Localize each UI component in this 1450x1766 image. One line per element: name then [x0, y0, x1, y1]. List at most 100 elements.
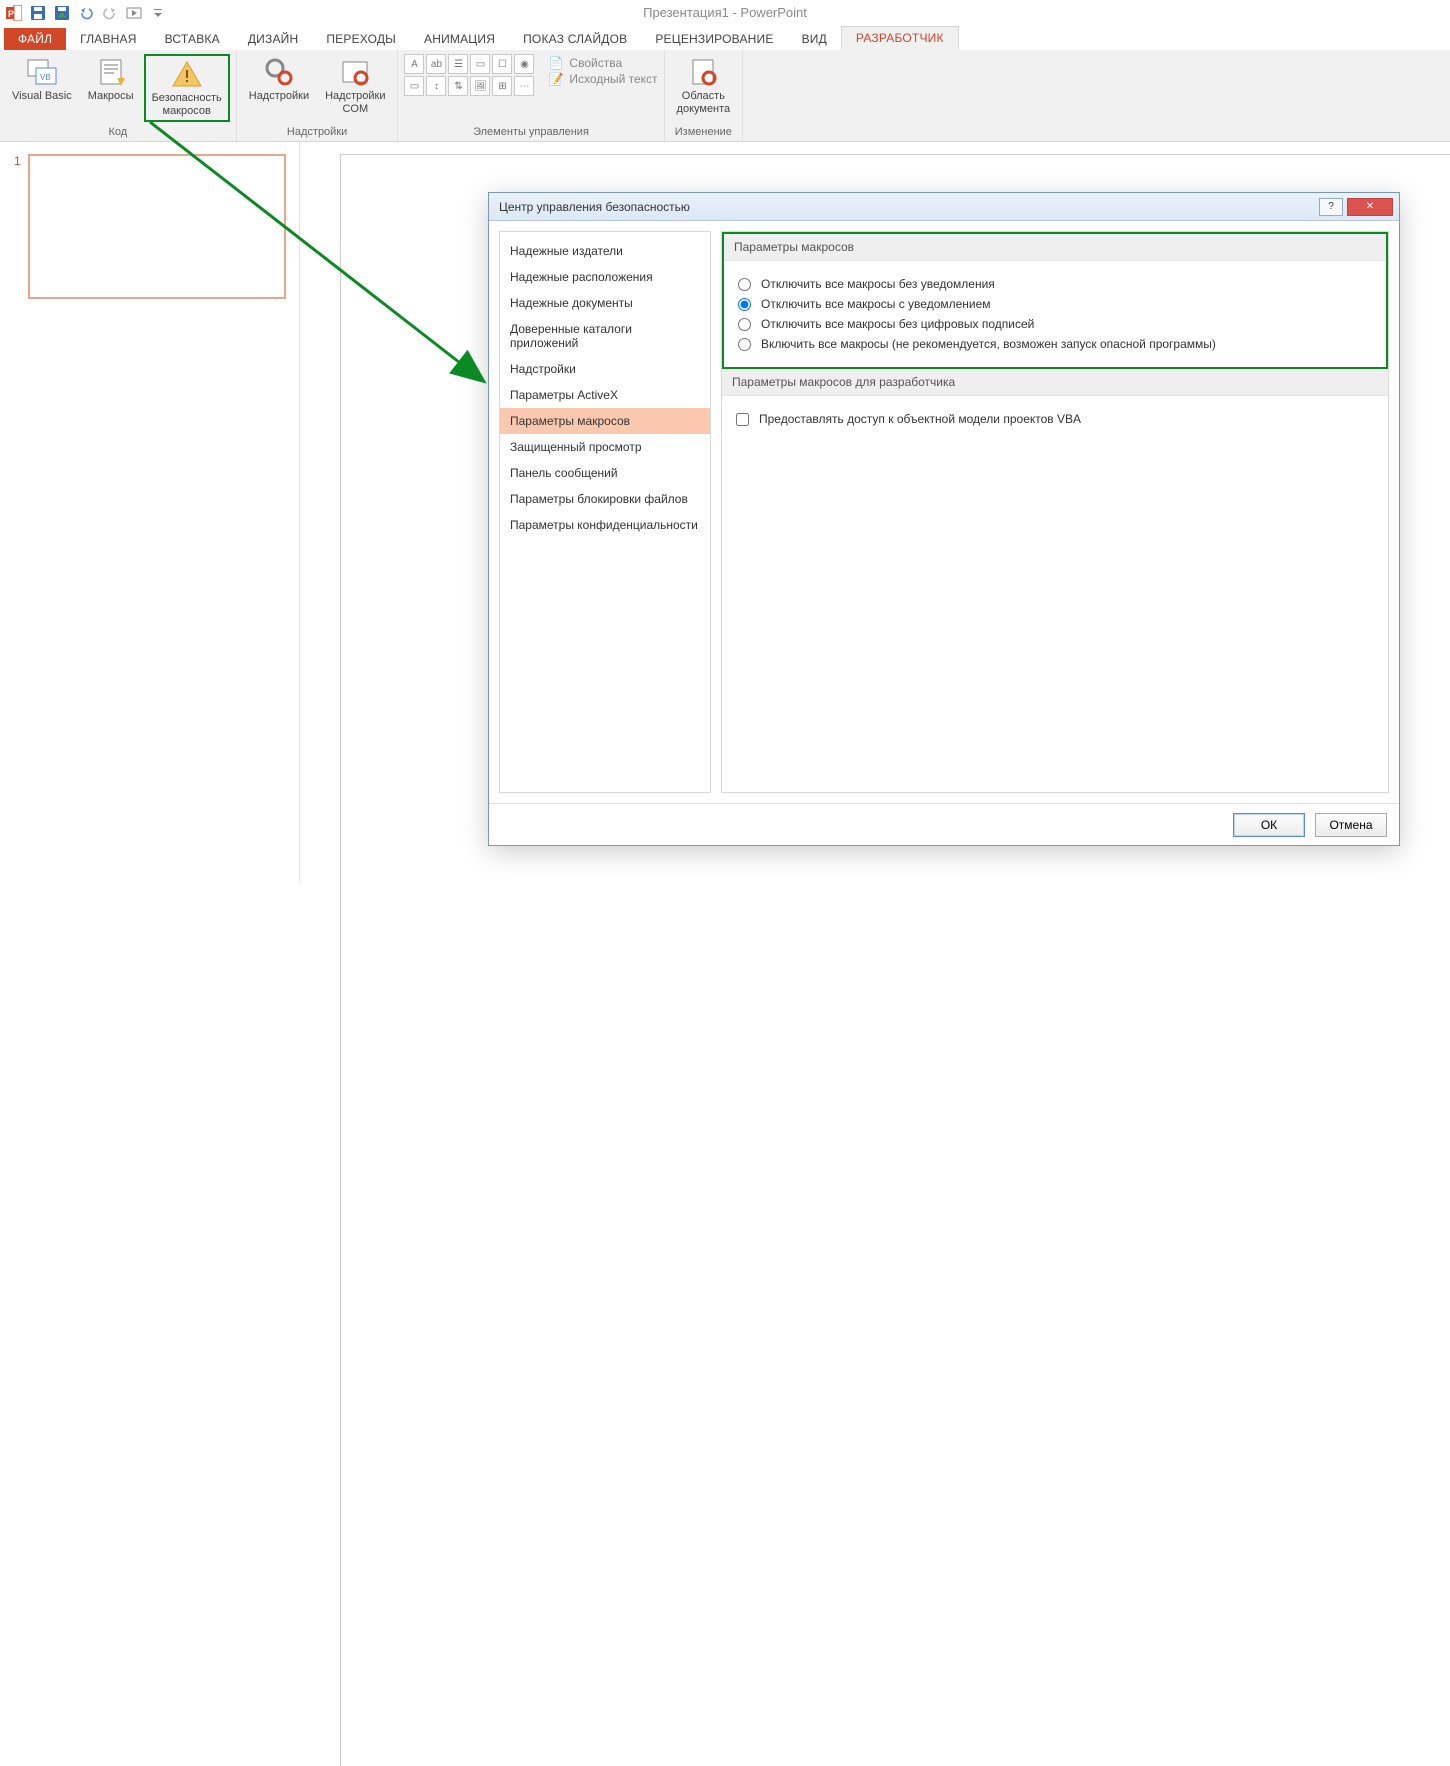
- ribbon-group-controls-label: Элементы управления: [473, 126, 589, 141]
- view-code-icon: 📝: [548, 72, 563, 86]
- save-target-icon[interactable]: [52, 3, 72, 23]
- visual-basic-button[interactable]: VB Visual Basic: [6, 54, 78, 122]
- addins-label: Надстройки: [249, 90, 309, 103]
- undo-icon[interactable]: [76, 3, 96, 23]
- control-scroll-icon[interactable]: ↕: [426, 76, 446, 96]
- slide-thumbnail-1[interactable]: 1: [28, 154, 286, 299]
- controls-props-col: 📄Свойства 📝Исходный текст: [548, 54, 657, 96]
- tab-home[interactable]: ГЛАВНАЯ: [66, 28, 150, 50]
- ok-button[interactable]: ОК: [1233, 813, 1305, 837]
- control-more-icon[interactable]: ⋯: [514, 76, 534, 96]
- nav-trusted-publishers[interactable]: Надежные издатели: [500, 238, 710, 264]
- opt-disable-unsigned[interactable]: Отключить все макросы без цифровых подпи…: [738, 317, 1372, 331]
- dialog-body: Надежные издатели Надежные расположения …: [489, 221, 1399, 803]
- control-textbox-icon[interactable]: A: [404, 54, 424, 74]
- trust-center-dialog: Центр управления безопасностью ? ✕ Надеж…: [488, 192, 1400, 846]
- ribbon-group-code: VB Visual Basic Макросы Безопасностьмакр…: [0, 50, 237, 141]
- ribbon-group-addins: Надстройки НадстройкиCOM Надстройки: [237, 50, 399, 141]
- macro-settings-highlight: Параметры макросов Отключить все макросы…: [722, 232, 1388, 369]
- dialog-nav: Надежные издатели Надежные расположения …: [499, 231, 711, 793]
- title-bar: P Презентация1 - PowerPoint: [0, 0, 1450, 26]
- dialog-footer: ОК Отмена: [489, 803, 1399, 845]
- visual-basic-label: Visual Basic: [12, 90, 72, 103]
- help-button[interactable]: ?: [1319, 198, 1343, 216]
- nav-privacy-options[interactable]: Параметры конфиденциальности: [500, 512, 710, 538]
- macro-security-button[interactable]: Безопасностьмакросов: [144, 54, 230, 122]
- control-image-icon[interactable]: 🖼: [470, 76, 490, 96]
- cancel-button[interactable]: Отмена: [1315, 813, 1387, 837]
- nav-file-block-settings[interactable]: Параметры блокировки файлов: [500, 486, 710, 512]
- document-panel-label: Областьдокумента: [677, 90, 731, 116]
- qat-dropdown-icon[interactable]: [148, 3, 168, 23]
- properties-icon: 📄: [548, 56, 563, 70]
- tab-view[interactable]: ВИД: [788, 28, 841, 50]
- svg-text:P: P: [8, 9, 14, 19]
- nav-message-bar[interactable]: Панель сообщений: [500, 460, 710, 486]
- developer-macro-body: Предоставлять доступ к объектной модели …: [722, 396, 1388, 442]
- nav-trusted-app-catalogs[interactable]: Доверенные каталоги приложений: [500, 316, 710, 356]
- nav-activex-settings[interactable]: Параметры ActiveX: [500, 382, 710, 408]
- ribbon-tabs: ФАЙЛ ГЛАВНАЯ ВСТАВКА ДИЗАЙН ПЕРЕХОДЫ АНИ…: [0, 26, 1450, 50]
- nav-trusted-locations[interactable]: Надежные расположения: [500, 264, 710, 290]
- nav-macro-settings[interactable]: Параметры макросов: [500, 408, 710, 434]
- tab-design[interactable]: ДИЗАЙН: [234, 28, 313, 50]
- document-panel-icon: [687, 56, 719, 88]
- control-spin-icon[interactable]: ⇅: [448, 76, 468, 96]
- redo-icon[interactable]: [100, 3, 120, 23]
- control-combo-icon[interactable]: ▭: [470, 54, 490, 74]
- opt-disable-no-notify[interactable]: Отключить все макросы без уведомления: [738, 277, 1372, 291]
- control-option-icon[interactable]: ◉: [514, 54, 534, 74]
- macro-settings-body: Отключить все макросы без уведомления От…: [724, 261, 1386, 367]
- tab-developer[interactable]: РАЗРАБОТЧИК: [841, 26, 959, 50]
- control-label-icon[interactable]: ab: [426, 54, 446, 74]
- svg-text:VB: VB: [40, 73, 51, 82]
- addins-button[interactable]: Надстройки: [243, 54, 315, 118]
- tab-review[interactable]: РЕЦЕНЗИРОВАНИЕ: [641, 28, 787, 50]
- view-code-button[interactable]: 📝Исходный текст: [548, 72, 657, 86]
- control-toggle-icon[interactable]: ⊞: [492, 76, 512, 96]
- tab-file[interactable]: ФАЙЛ: [4, 28, 66, 50]
- macro-settings-header: Параметры макросов: [724, 234, 1386, 261]
- powerpoint-icon[interactable]: P: [4, 3, 24, 23]
- save-icon[interactable]: [28, 3, 48, 23]
- control-list-icon[interactable]: ☰: [448, 54, 468, 74]
- tab-slideshow[interactable]: ПОКАЗ СЛАЙДОВ: [509, 28, 641, 50]
- dialog-title-text: Центр управления безопасностью: [499, 200, 690, 214]
- com-addins-button[interactable]: НадстройкиCOM: [319, 54, 391, 118]
- nav-protected-view[interactable]: Защищенный просмотр: [500, 434, 710, 460]
- developer-macro-header: Параметры макросов для разработчика: [722, 369, 1388, 396]
- macro-security-icon: [171, 58, 203, 90]
- slide-thumbnails[interactable]: 1: [0, 142, 300, 883]
- control-button-icon[interactable]: ▭: [404, 76, 424, 96]
- quick-access-toolbar: P: [4, 3, 168, 23]
- tab-insert[interactable]: ВСТАВКА: [151, 28, 234, 50]
- ribbon-group-modify-label: Изменение: [675, 126, 732, 141]
- start-from-beginning-icon[interactable]: [124, 3, 144, 23]
- slide-number: 1: [14, 154, 21, 168]
- control-checkbox-icon[interactable]: ☐: [492, 54, 512, 74]
- ribbon: VB Visual Basic Макросы Безопасностьмакр…: [0, 50, 1450, 142]
- macros-button[interactable]: Макросы: [82, 54, 140, 122]
- opt-enable-all[interactable]: Включить все макросы (не рекомендуется, …: [738, 337, 1372, 351]
- tab-animations[interactable]: АНИМАЦИЯ: [410, 28, 509, 50]
- macros-icon: [95, 56, 127, 88]
- nav-addins[interactable]: Надстройки: [500, 356, 710, 382]
- ribbon-group-modify: Областьдокумента Изменение: [665, 50, 744, 141]
- dialog-main: Параметры макросов Отключить все макросы…: [721, 231, 1389, 793]
- properties-button[interactable]: 📄Свойства: [548, 56, 657, 70]
- ribbon-group-controls: A ab ☰ ▭ ☐ ◉ ▭ ↕ ⇅ 🖼 ⊞ ⋯ 📄Свойства 📝Исхо…: [398, 50, 664, 141]
- controls-gallery[interactable]: A ab ☰ ▭ ☐ ◉ ▭ ↕ ⇅ 🖼 ⊞ ⋯: [404, 54, 534, 96]
- opt-disable-with-notify[interactable]: Отключить все макросы с уведомлением: [738, 297, 1372, 311]
- dialog-titlebar[interactable]: Центр управления безопасностью ? ✕: [489, 193, 1399, 221]
- tab-transitions[interactable]: ПЕРЕХОДЫ: [312, 28, 410, 50]
- nav-trusted-documents[interactable]: Надежные документы: [500, 290, 710, 316]
- macros-label: Макросы: [88, 90, 134, 103]
- close-button[interactable]: ✕: [1347, 198, 1393, 216]
- document-panel-button[interactable]: Областьдокумента: [671, 54, 737, 118]
- opt-trust-vba-model[interactable]: Предоставлять доступ к объектной модели …: [736, 412, 1374, 426]
- ribbon-group-addins-label: Надстройки: [287, 126, 347, 141]
- visual-basic-icon: VB: [26, 56, 58, 88]
- com-addins-label: НадстройкиCOM: [325, 90, 385, 116]
- addins-icon: [263, 56, 295, 88]
- com-addins-icon: [339, 56, 371, 88]
